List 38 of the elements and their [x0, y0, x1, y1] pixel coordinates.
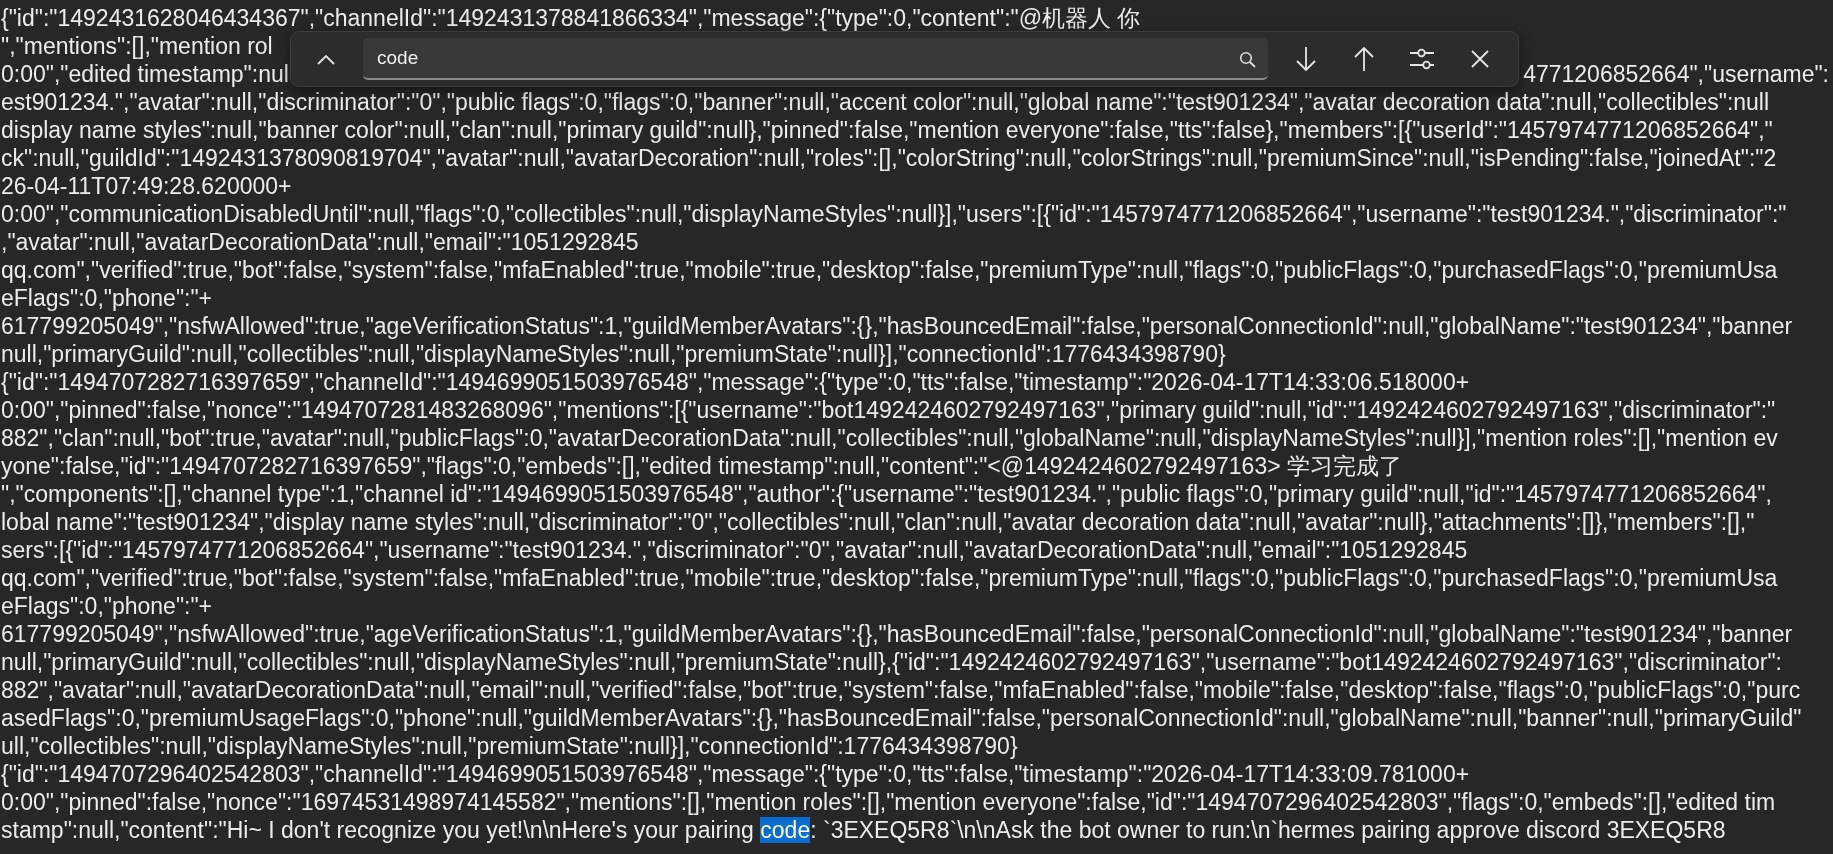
- log-line: eFlags":0,"phone":"+: [1, 592, 213, 620]
- log-line: eFlags":0,"phone":"+: [1, 284, 213, 312]
- arrow-down-icon: [1295, 46, 1317, 72]
- log-line: lobal name":"test901234","display name styles":null,"discriminator":"0","collectibles":null,"clan":null,"avatar decoration data":null,"avatar":null},"attachments":[]},"members":[],": [1, 508, 1755, 536]
- log-line: ","mentions":[],"mention rol: [1, 32, 273, 60]
- sliders-icon: [1409, 47, 1435, 71]
- log-line: {"id":"1494707282716397659","channelId":"1494699051503976548","message":{"type":0,"tts":false,"timestamp":"2026-04-17T14:33:06.518000+: [1, 368, 1470, 396]
- log-line: 617799205049","nsfwAllowed":true,"ageVerificationStatus":1,"guildMemberAvatars":{},"hasBouncedEmail":false,"personalConnectionId":null,"globalName":"test901234","banner: [1, 312, 1793, 340]
- log-line: stamp":null,"content":"Hi~ I don't recognize you yet!\n\nHere's your pairing code: `3EXEQ5R8`\n\nAsk the bot owner to run:\n`hermes pairing approve discord 3EXEQ5R8: [1, 816, 1726, 844]
- log-line: 0:00","pinned":false,"nonce":"1494707281483268096","mentions":[{"username":"bot1492424602792497163","primary guild":null,"id":"1492424602792497163","discriminator":": [1, 396, 1776, 424]
- log-line: {"id":"1492431628046434367","channelId":"1492431378841866334","message":{"type":0,"content":"@机器人 你: [1, 4, 1141, 32]
- log-line: 0:00","pinned":false,"nonce":"16974531498974145582","mentions":[],"mention roles":[],"mention everyone":false,"id":"1494707296402542803","flags":0,"embeds":[],"edited tim: [1, 788, 1776, 816]
- log-line: qq.com","verified":true,"bot":false,"system":false,"mfaEnabled":true,"mobile":true,"desktop":false,"premiumType":null,"flags":0,"publicFlags":0,"purchasedFlags":0,"premiumUsa: [1, 256, 1778, 284]
- log-line: ull,"collectibles":null,"displayNameStyles":null,"premiumState":null}],"connectionId":1776434398790}: [1, 732, 1018, 760]
- close-icon: [1470, 49, 1490, 69]
- log-line: {"id":"1494707296402542803","channelId":"1494699051503976548","message":{"type":0,"tts":false,"timestamp":"2026-04-17T14:33:09.781000+: [1, 760, 1470, 788]
- log-line: display name styles":null,"banner color":null,"clan":null,"primary guild":null},"pinned":false,"mention everyone":false,"tts":false},"members":[{"userId":"1457974771206852664",": [1, 116, 1773, 144]
- log-line: 4771206852664","username":: [1523, 60, 1829, 88]
- chevron-up-icon: [317, 53, 335, 65]
- log-line: 0:00","edited timestamp":nul: [1, 60, 289, 88]
- log-line: 882","clan":null,"bot":true,"avatar":null,"publicFlags":0,"avatarDecorationData":null,"collectibles":null,"globalName":null,"displayNameStyles":null}],"mention roles":[],"mention ev: [1, 424, 1778, 452]
- log-line: qq.com","verified":true,"bot":false,"system":false,"mfaEnabled":true,"mobile":true,"desktop":false,"premiumType":null,"flags":0,"publicFlags":0,"purchasedFlags":0,"premiumUsa: [1, 564, 1778, 592]
- search-field[interactable]: code: [363, 38, 1268, 80]
- log-line: 882","avatar":null,"avatarDecorationData":null,"email":null,"verified":false,"bot":true,"system":false,"mfaEnabled":false,"mobile":false,"desktop":false,"flags":0,"publicFlags":0,"purc: [1, 676, 1801, 704]
- log-line: 0:00","communicationDisabledUntil":null,"flags":0,"collectibles":null,"displayNameStyles":null}],"users":[{"id":"1457974771206852664","username":"test901234.","discriminator":": [1, 200, 1787, 228]
- log-line: ,"avatar":null,"avatarDecorationData":null,"email":"1051292845: [1, 228, 639, 256]
- log-line: yone":false,"id":"1494707282716397659","flags":0,"embeds":[],"edited timestamp":null,"content":"<@1492424602792497163> 学习完成了: [1, 452, 1402, 480]
- log-line: est901234.","avatar":null,"discriminator":"0","public flags":0,"flags":0,"banner":null,"accent color":null,"global name":"test901234","avatar decoration data":null,"collectibles":null: [1, 88, 1770, 116]
- log-line: 26-04-11T07:49:28.620000+: [1, 172, 292, 200]
- search-icon: [1239, 51, 1256, 68]
- log-line: 617799205049","nsfwAllowed":true,"ageVerificationStatus":1,"guildMemberAvatars":{},"hasBouncedEmail":false,"personalConnectionId":null,"globalName":"test901234","banner: [1, 620, 1793, 648]
- log-line: sers":[{"id":"1457974771206852664","username":"test901234.","discriminator":"0","avatar":null,"avatarDecorationData":null,"email":"1051292845: [1, 536, 1468, 564]
- arrow-up-icon: [1353, 46, 1375, 72]
- log-line: asedFlags":0,"premiumUsageFlags":0,"phone":null,"guildMemberAvatars":{},"hasBouncedEmail":false,"personalConnectionId":null,"globalName":null,"banner":null,"primaryGuild": [1, 704, 1802, 732]
- log-line: ","components":[],"channel type":1,"channel id":"1494699051503976548","author":{"username":"test901234.","public flags":0,"primary guild":null,"id":"1457974771206852664",: [1, 480, 1772, 508]
- log-line: null,"primaryGuild":null,"collectibles":null,"displayNameStyles":null,"premiumState":null},{"id":"1492424602792497163","username":"bot1492424602792497163","discriminator":: [1, 648, 1782, 676]
- log-line: ck":null,"guildId":"1492431378090819704","avatar":null,"avatarDecoration":null,"roles":[],"colorString":null,"colorStrings":null,"premiumSince":null,"isPending":false,"joinedAt":"2: [1, 144, 1777, 172]
- log-line: null,"primaryGuild":null,"collectibles":null,"displayNameStyles":null,"premiumState":null}],"connectionId":1776434398790}: [1, 340, 1226, 368]
